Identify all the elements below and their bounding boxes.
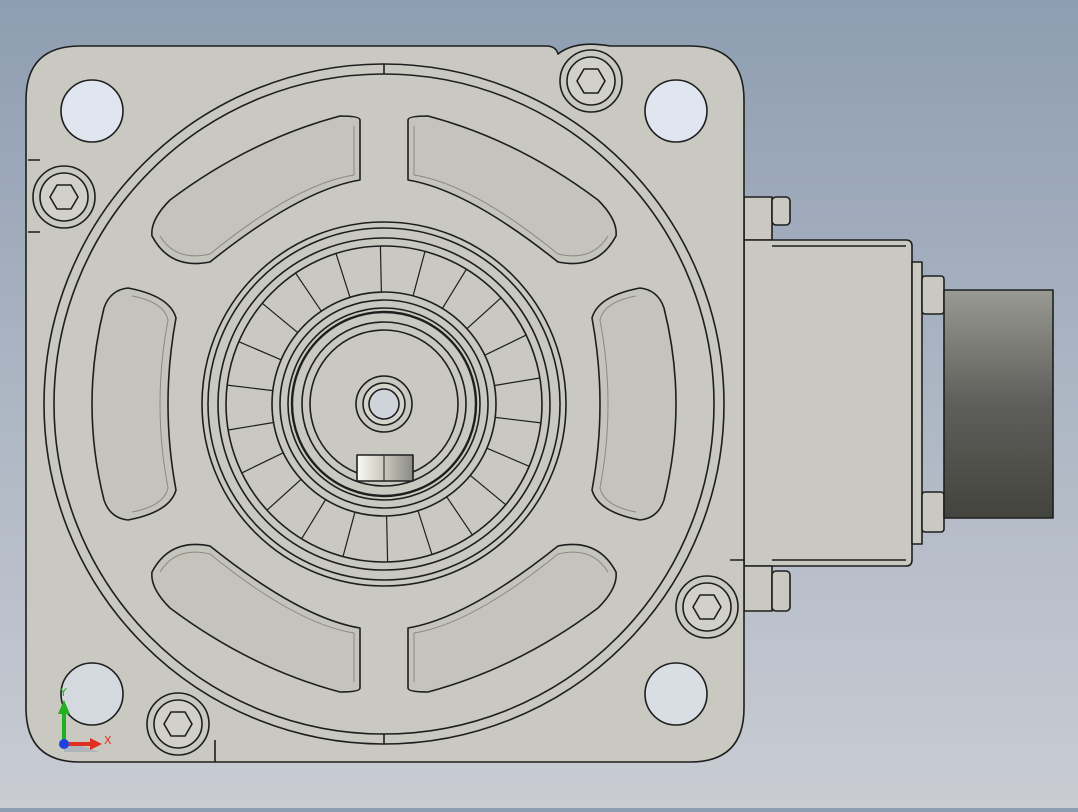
mounting-hole-top-right: [644, 79, 708, 143]
mounting-hole-bottom-right: [644, 662, 708, 726]
connector-lug-bottom: [771, 570, 791, 612]
center-shaft-bore[interactable]: [355, 375, 413, 433]
connector-cylinder: [943, 289, 1054, 519]
connector-plate: [911, 261, 923, 545]
shaft-key: [356, 454, 414, 482]
x-axis-label: X: [104, 734, 112, 747]
connector-bracket-top: [743, 196, 773, 241]
connector-stud-top: [921, 275, 945, 315]
connector-stud-bottom: [921, 491, 945, 533]
cap-screw-bottom: [146, 692, 210, 756]
recess-left: [91, 287, 177, 521]
recess-right: [591, 287, 677, 521]
connector-lug-top: [771, 196, 791, 226]
mounting-hole-top-left: [60, 79, 124, 143]
z-axis-dot: [59, 739, 69, 749]
cap-screw-top: [559, 49, 623, 113]
connector-bracket-bottom: [743, 565, 773, 612]
mounting-hole-bottom-left: [60, 662, 124, 726]
cad-drawing[interactable]: X Y: [0, 0, 1078, 808]
cap-screw-left: [32, 165, 96, 229]
y-axis-label: Y: [59, 686, 67, 699]
connector-body: [743, 239, 913, 567]
side-connector-housing[interactable]: [743, 196, 1054, 612]
cap-screw-right: [675, 575, 739, 639]
cad-viewport[interactable]: X Y: [0, 0, 1078, 808]
